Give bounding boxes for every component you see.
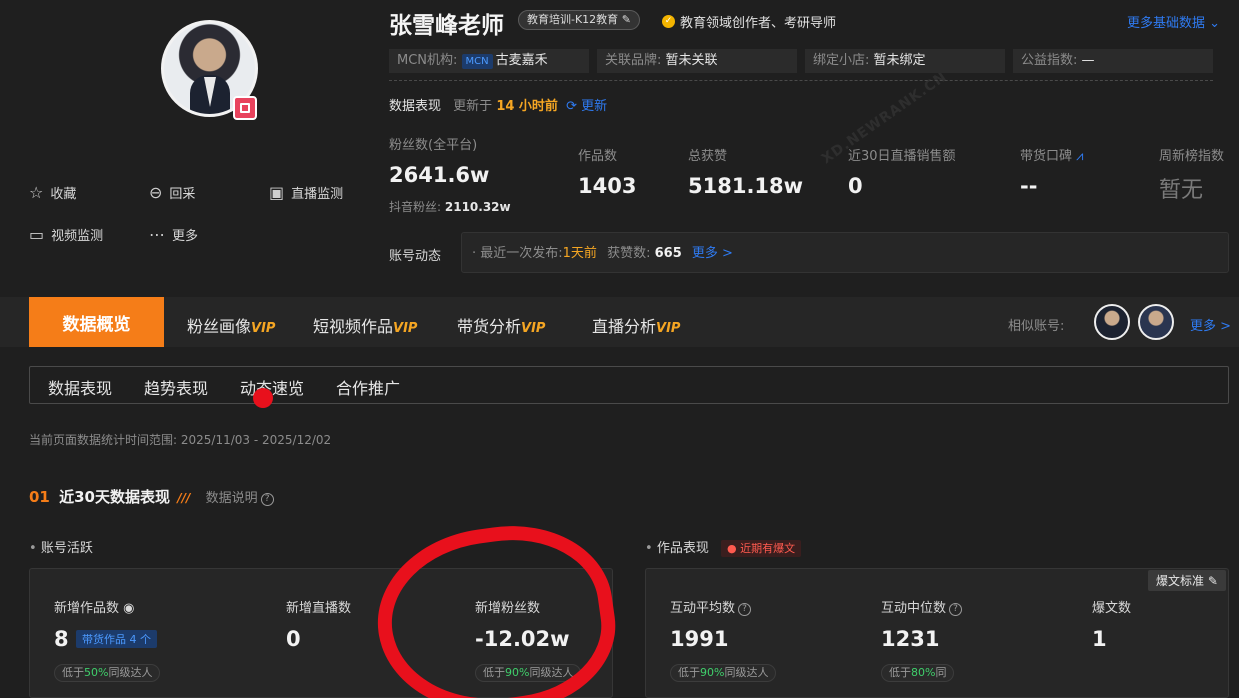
weekly-index-value: 暂无 [1159,178,1204,203]
backtrack-button[interactable]: ⊖ 回采 [149,183,195,202]
help-icon: ? [260,493,274,506]
divider [389,80,1213,81]
hot-standard-button[interactable]: 爆文标准 ✎ [1148,570,1226,591]
live-monitor-button[interactable]: ▣ 直播监测 [269,183,343,202]
brand-info: 关联品牌: 暂未关联 [597,49,797,73]
data-explain-link[interactable]: 数据说明? [206,491,274,506]
shop-info: 绑定小店: 暂未绑定 [805,49,1005,73]
help-icon[interactable]: ? [949,603,963,616]
tab-short-video[interactable]: 短视频作品VIP [313,313,417,337]
live-sales-label: 近30日直播销售额 [848,149,956,164]
annotation-dot [253,388,273,408]
chevron-down-icon: ⌄ [1209,16,1221,31]
fans-label: 粉丝数(全平台) [389,138,478,153]
stripe-decoration: /// [177,491,191,505]
dynamic-more-link[interactable]: 更多 > [692,246,733,261]
perf-header: 数据表现 更新于 14 小时前 ⟳ 更新 [389,99,608,114]
sub-tab-bar [29,366,1229,404]
tab-data-overview[interactable]: 数据概览 [29,297,164,347]
edit-icon: ✎ [621,13,631,26]
similar-account-avatar[interactable] [1094,304,1130,340]
activity-title: • 账号活跃 [29,541,93,556]
new-live-value: 0 [286,627,301,651]
annotation-circle [366,512,626,698]
similar-more-link[interactable]: 更多 > [1190,315,1231,334]
more-base-data-link[interactable]: 更多基础数据 ⌄ [1127,12,1220,31]
goods-rating-label: 带货口碑 ⩘ [1020,149,1084,164]
dynamic-label: 账号动态 [389,249,442,264]
hot-tag: ● 近期有爆文 [720,540,802,557]
mcn-info: MCN机构: MCN 古麦嘉禾 [389,49,589,73]
works-label: 作品数 [578,149,618,164]
works-value: 1403 [578,174,637,198]
help-icon[interactable]: ? [738,603,752,616]
dynamic-box: · 最近一次发布:1天前 获赞数: 665 更多 > [461,232,1229,273]
monitor-icon: ▭ [29,224,45,244]
more-icon: ⋯ [149,224,165,244]
fans-value: 2641.6w [389,163,490,187]
avg-interaction-label: 互动平均数? [670,597,752,616]
more-actions-button[interactable]: ⋯ 更多 [149,225,198,244]
live-icon: ▣ [269,182,285,202]
compare-pill: 低于80%同 [881,664,955,682]
compare-pill: 低于50%同级达人 [54,664,161,682]
new-works-value: 8 [54,627,69,651]
star-icon: ☆ [29,182,44,202]
new-live-label: 新增直播数 [286,601,352,616]
mcn-badge: MCN [461,54,493,69]
similar-account-avatar[interactable] [1138,304,1174,340]
likes-value: 5181.18w [688,174,804,198]
refresh-button[interactable]: ⟳ 更新 [566,99,607,114]
backtrack-icon: ⊖ [149,182,163,202]
category-tag[interactable]: 教育培训-K12教育 ✎ [518,10,640,30]
fire-icon: ● [726,542,737,555]
hot-count-label: 爆文数 [1092,601,1132,616]
subtab-data-performance[interactable]: 数据表现 [48,375,112,399]
subtab-trend[interactable]: 趋势表现 [144,375,208,399]
tab-fans-portrait[interactable]: 粉丝画像VIP [187,313,275,337]
verify-info: ✓ 教育领域创作者、考研导师 [662,12,836,31]
trend-chart-icon[interactable]: ⩘ [1076,149,1083,164]
charity-info: 公益指数: — [1013,49,1213,73]
new-works-label: 新增作品数 ◉ [54,601,135,616]
tab-live-analysis[interactable]: 直播分析VIP [592,313,680,337]
avg-interaction-value: 1991 [670,627,729,651]
account-name: 张雪峰老师 [389,13,504,39]
goods-works-badge[interactable]: 带货作品 4 个 [76,630,157,648]
qr-code-icon[interactable] [233,96,257,120]
video-monitor-button[interactable]: ▭ 视频监测 [29,225,103,244]
date-range-text: 当前页面数据统计时间范围: 2025/11/03 - 2025/12/02 [29,433,332,447]
goods-rating-value: -- [1020,174,1038,198]
weekly-index-label: 周新榜指数 [1159,149,1225,164]
tab-goods-analysis[interactable]: 带货分析VIP [457,313,545,337]
section-title: 01 近30天数据表现 /// 数据说明? [29,486,274,507]
live-sales-value: 0 [848,174,863,198]
median-interaction-label: 互动中位数? [881,597,963,616]
likes-label: 总获赞 [688,149,728,164]
douyin-fans: 抖音粉丝: 2110.32w [389,200,511,214]
verified-icon: ✓ [662,15,675,28]
edit-icon: ✎ [1207,574,1218,588]
median-interaction-value: 1231 [881,627,940,651]
compare-pill: 低于90%同级达人 [670,664,777,682]
eye-icon[interactable]: ◉ [123,601,134,616]
hot-count-value: 1 [1092,627,1107,651]
similar-accounts-label: 相似账号: [1008,319,1065,334]
works-title: • 作品表现 ● 近期有爆文 [645,537,802,557]
subtab-cooperation[interactable]: 合作推广 [336,375,400,399]
collect-button[interactable]: ☆ 收藏 [29,183,76,202]
